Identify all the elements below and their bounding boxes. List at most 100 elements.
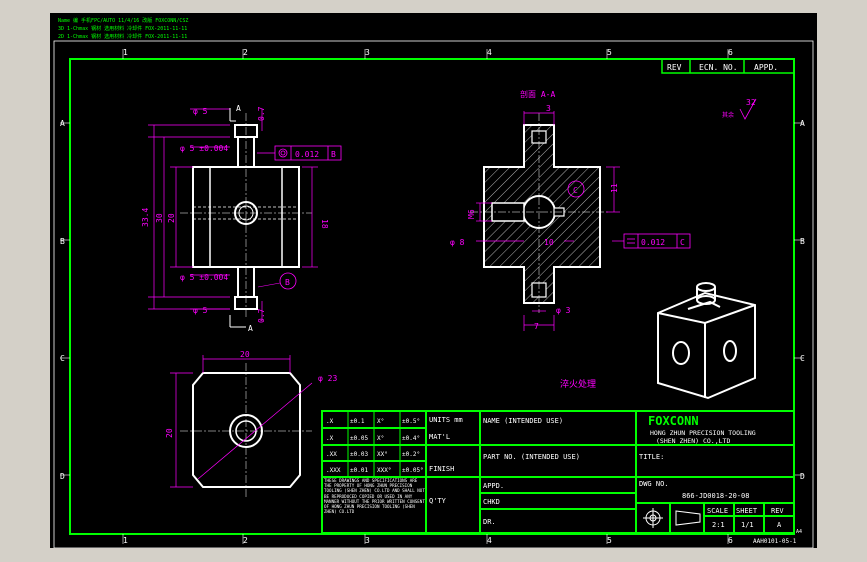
svg-text:1: 1 [123,536,128,545]
svg-text:DWG NO.: DWG NO. [639,480,669,488]
dim-0-7-bottom: 0.7 [257,308,266,323]
svg-text:TITLE:: TITLE: [639,453,664,461]
section-title: 剖面 A-A [520,89,555,99]
dim-d8: φ 8 [450,238,465,247]
svg-text:1: 1 [123,48,128,57]
svg-text:3D 1-Chmax 钢材 选用材料 冷却件 FOX-201: 3D 1-Chmax 钢材 选用材料 冷却件 FOX-2011-11-11 [58,25,187,32]
dim-0-7-top: 0.7 [257,106,266,121]
svg-text:XXX°: XXX° [377,467,391,474]
isometric-view [657,282,756,400]
svg-text:±0.05°: ±0.05° [402,467,424,474]
svg-text:PART NO. (INTENDED USE): PART NO. (INTENDED USE) [483,453,580,461]
svg-text:其余: 其余 [722,111,734,119]
svg-text:3: 3 [365,48,370,57]
parallel-frame: 0.012 C [612,233,691,249]
svg-text:C: C [573,186,578,195]
revision-block: REV ECN. NO. APPD. [661,58,795,74]
drawing-svg: 1 2 3 4 5 6 1 2 3 4 5 6 A B C D A B C D … [53,17,814,548]
dim-18: 18 [320,219,329,229]
company-logo: FOXCONN [648,414,699,428]
svg-text:C: C [680,238,685,247]
flatness-frame: 0.012 B [274,145,342,161]
svg-text:HONG ZHUN PRECISION TOOLING: HONG ZHUN PRECISION TOOLING [650,429,756,437]
svg-text:.XX: .XX [326,451,337,458]
svg-text:A: A [777,521,782,529]
svg-text:±0.1: ±0.1 [350,418,365,425]
zone-columns-bottom: 1 2 3 4 5 6 [123,536,733,545]
sheet-size: A4 [796,529,802,535]
projection-symbol-icon [643,508,701,528]
svg-text:SCALE: SCALE [707,507,728,515]
svg-text:DR.: DR. [483,518,496,526]
svg-text:B: B [331,150,336,159]
balloon-b: B [257,272,297,290]
form-number: AAH0101-05-1 [753,538,797,545]
svg-text:32: 32 [746,98,756,107]
dim-d5-tol-bottom: φ 5 ±0.004 [180,273,228,282]
svg-text:A: A [60,119,65,128]
svg-text:3: 3 [365,536,370,545]
svg-text:4: 4 [487,536,492,545]
svg-text:CHKD: CHKD [483,498,500,506]
svg-text:NAME (INTENDED USE): NAME (INTENDED USE) [483,417,563,425]
svg-text:.X: .X [326,435,334,442]
svg-text:.XXX: .XXX [326,467,341,474]
svg-text:2:1: 2:1 [712,521,725,529]
dim-20-height: 20 [165,428,174,438]
svg-text:UNITS mm: UNITS mm [429,416,463,424]
svg-text:2: 2 [243,536,248,545]
svg-text:B: B [60,237,65,246]
svg-text:MAT'L: MAT'L [429,433,450,441]
bottom-view [180,363,312,497]
svg-text:C: C [800,354,805,363]
svg-text:2D 1-Chmax 钢材 选用材料 冷却件 FOX-201: 2D 1-Chmax 钢材 选用材料 冷却件 FOX-2011-11-11 [58,33,187,40]
svg-text:A: A [800,119,805,128]
dim-d5-bottom: φ 5 [193,306,208,315]
svg-text:±0.01: ±0.01 [350,467,368,474]
dim-d3: φ 3 [556,306,571,315]
svg-text:866-JD0018-20-08: 866-JD0018-20-08 [682,492,749,500]
drawing-canvas: 1 2 3 4 5 6 1 2 3 4 5 6 A B C D A B C D … [50,13,817,548]
svg-text:A: A [236,104,241,113]
dim-30: 30 [155,213,164,223]
inner-frame [69,58,795,535]
svg-text:±0.4°: ±0.4° [402,435,420,442]
svg-text:B: B [800,237,805,246]
svg-text:REV: REV [771,507,784,515]
svg-text:Q'TY: Q'TY [429,497,447,505]
svg-text:1/1: 1/1 [741,521,754,529]
svg-text:FINISH: FINISH [429,465,454,473]
dim-d23: φ 23 [318,374,337,383]
heat-treatment-note: 淬火处理 [560,378,596,390]
svg-text:4: 4 [487,48,492,57]
svg-text:Name 编 手机FPC/AUTO 11/4/16 改版 F: Name 编 手机FPC/AUTO 11/4/16 改版 FOXCONN/CSZ [58,17,188,24]
surface-finish: 32 其余 [722,98,757,120]
zone-columns-top: 1 2 3 4 5 6 [123,48,733,57]
svg-text:±0.2°: ±0.2° [402,451,420,458]
dim-7: 7 [534,322,539,331]
dim-10: 10 [544,238,554,247]
svg-text:D: D [60,472,65,481]
section-view: 剖面 A-A [470,89,610,313]
dim-d5-top: φ 5 [193,107,208,116]
svg-text:5: 5 [607,48,612,57]
svg-text:0.012: 0.012 [295,150,319,159]
svg-text:0.012: 0.012 [641,238,665,247]
svg-text:D: D [800,472,805,481]
svg-text:APPD.: APPD. [483,482,504,490]
svg-text:±0.05: ±0.05 [350,435,368,442]
svg-text:XX°: XX° [377,451,388,458]
dim-d5-tol-top: φ 5 ±0.004 [180,144,228,153]
ecn-header: ECN. NO. [699,63,738,72]
svg-text:X°: X° [377,418,384,425]
svg-text:.X: .X [326,418,334,425]
dim-20-width: 20 [240,350,250,359]
svg-text:5: 5 [607,536,612,545]
rev-header: REV [667,63,682,72]
property-note: THESE DRAWINGS AND SPECIFICATIONS ARE TH… [324,478,425,514]
svg-text:SHEET: SHEET [736,507,758,515]
dim-3: 3 [546,104,551,113]
dim-33-4: 33.4 [141,208,150,227]
svg-text:±0.03: ±0.03 [350,451,368,458]
svg-text:6: 6 [728,536,733,545]
